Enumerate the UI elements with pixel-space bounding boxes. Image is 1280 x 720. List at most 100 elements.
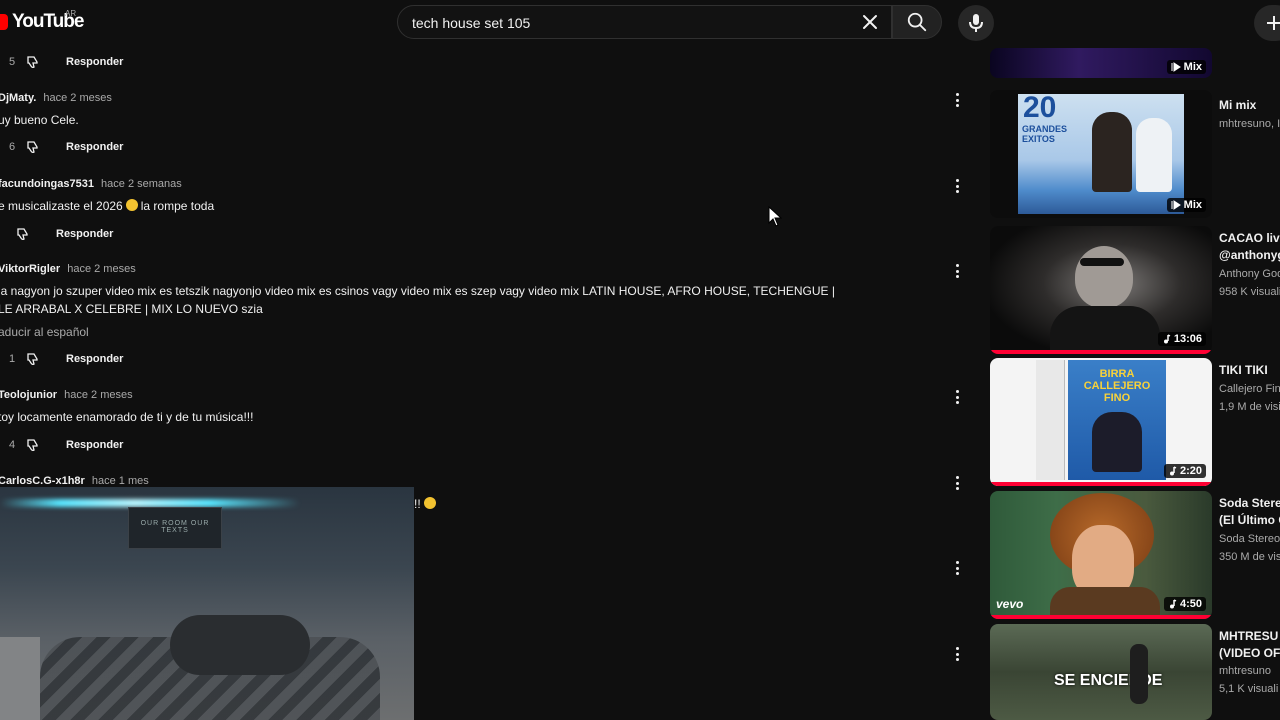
comment-time[interactable]: hace 2 meses xyxy=(43,92,111,104)
more-options-icon[interactable] xyxy=(950,262,964,280)
video-thumbnail[interactable]: vevo 4:50 xyxy=(990,491,1212,619)
video-title[interactable]: CACAO live xyxy=(1219,229,1280,247)
country-code: AR xyxy=(65,9,77,18)
search-box[interactable] xyxy=(397,5,892,39)
comment-author[interactable]: Teolojunior xyxy=(0,389,57,401)
comment-text: toy locamente enamorado de ti y de tu mú… xyxy=(0,410,254,424)
dislike-icon[interactable] xyxy=(14,225,32,243)
video-title[interactable]: Soda Stere xyxy=(1219,494,1280,512)
search-button[interactable] xyxy=(892,5,942,39)
cover-number: 20 xyxy=(1023,91,1057,124)
video-overlay[interactable]: OUR ROOM OUR TEXTS xyxy=(0,487,414,720)
more-options-icon[interactable] xyxy=(950,388,964,406)
comment-text-part: !! xyxy=(414,497,421,511)
more-options-icon[interactable] xyxy=(950,91,964,109)
search-input[interactable] xyxy=(412,14,842,32)
comment-author[interactable]: DjMaty. xyxy=(0,92,36,104)
person-shape xyxy=(1130,644,1148,704)
video-thumbnail[interactable]: 20 GRANDES EXITOS Mix xyxy=(990,90,1212,218)
comment-time[interactable]: hace 2 meses xyxy=(64,389,132,401)
reply-button[interactable]: Responder xyxy=(56,228,113,240)
more-options-icon[interactable] xyxy=(950,559,964,577)
duration-badge: 13:06 xyxy=(1157,332,1206,346)
comment-text: !! xyxy=(414,495,439,513)
comment-text-part: la rompe toda xyxy=(140,199,215,213)
cover-subtitle: GRANDES EXITOS xyxy=(1022,124,1068,144)
video-title[interactable]: Mi mix xyxy=(1219,96,1256,114)
comment-actions: 6 Responder xyxy=(0,138,124,156)
music-note-icon xyxy=(1163,334,1171,344)
comment-header: Teolojunior hace 2 meses xyxy=(0,389,133,401)
video-title-line-2[interactable]: (VIDEO OF xyxy=(1219,644,1280,662)
translate-link[interactable]: aducir al español xyxy=(0,325,89,339)
person-shape xyxy=(1092,412,1142,472)
create-button[interactable] xyxy=(1254,5,1280,41)
video-thumbnail[interactable]: SE ENCIENDE xyxy=(990,624,1212,720)
comment-time[interactable]: hace 2 semanas xyxy=(101,178,182,190)
reply-button[interactable]: Responder xyxy=(66,141,123,153)
video-thumbnail[interactable]: BIRRA CALLEJERO FINO 2:20 xyxy=(990,358,1212,486)
floor-area xyxy=(0,637,40,720)
comment-item: ViktorRigler hace 2 meses ia nagyon jo s… xyxy=(0,263,970,373)
watch-progress-bar xyxy=(990,615,1212,619)
cd-case-spine xyxy=(1036,360,1065,480)
badge-text: 2:20 xyxy=(1179,465,1202,477)
dislike-icon[interactable] xyxy=(24,53,42,71)
comment-author[interactable]: facundoingas7531 xyxy=(0,178,94,190)
video-title[interactable]: MHTRESU xyxy=(1219,627,1278,645)
video-meta: 350 M de vis xyxy=(1219,551,1280,563)
like-count: 5 xyxy=(8,56,16,68)
person-shape xyxy=(1092,112,1132,192)
video-title-line-2[interactable]: (El Último C xyxy=(1219,511,1280,529)
comment-text-line-1: ia nagyon jo szuper video mix es tetszik… xyxy=(0,284,835,298)
playlist-icon xyxy=(1171,200,1181,210)
comment-text: uy bueno Cele. xyxy=(0,113,79,127)
video-thumbnail[interactable]: Mix xyxy=(990,48,1212,78)
comment-item: DjMaty. hace 2 meses uy bueno Cele. 6 Re… xyxy=(0,92,970,156)
more-options-icon[interactable] xyxy=(950,645,964,663)
comment-actions: 5 Responder xyxy=(0,53,124,71)
comment-time[interactable]: hace 1 mes xyxy=(92,475,149,487)
comment-time[interactable]: hace 2 meses xyxy=(67,263,135,275)
video-meta: 958 K visuali xyxy=(1219,286,1280,298)
video-title-line-2[interactable]: @anthonyg xyxy=(1219,246,1280,264)
comment-text-part: e musicalizaste el 2026 xyxy=(0,199,123,213)
dislike-icon[interactable] xyxy=(24,350,42,368)
dislike-icon[interactable] xyxy=(24,436,42,454)
comment-actions: 4 Responder xyxy=(0,436,124,454)
sunglasses-shape xyxy=(1080,258,1124,266)
cd-cover: BIRRA CALLEJERO FINO xyxy=(1068,360,1166,480)
youtube-play-icon xyxy=(0,14,8,30)
comment-author[interactable]: CarlosC.G-x1h8r xyxy=(0,475,85,487)
reply-button[interactable]: Responder xyxy=(66,353,123,365)
more-options-icon[interactable] xyxy=(950,177,964,195)
mix-badge: Mix xyxy=(1166,198,1206,212)
person-shape xyxy=(170,615,310,675)
channel-name[interactable]: mhtresuno, I xyxy=(1219,116,1280,132)
dislike-icon[interactable] xyxy=(24,138,42,156)
search-icon xyxy=(907,12,927,32)
like-count: 6 xyxy=(8,141,16,153)
mouse-cursor-icon xyxy=(768,205,783,233)
album-cover: 20 GRANDES EXITOS xyxy=(1018,91,1184,214)
clear-search-icon[interactable] xyxy=(858,10,882,34)
video-thumbnail[interactable]: 13:06 xyxy=(990,226,1212,354)
comment-header: ViktorRigler hace 2 meses xyxy=(0,263,136,275)
comment-item: Teolojunior hace 2 meses toy locamente e… xyxy=(0,389,970,453)
channel-name[interactable]: Anthony God xyxy=(1219,266,1280,282)
channel-name[interactable]: Callejero Fin xyxy=(1219,381,1280,397)
youtube-logo[interactable]: YouTube AR xyxy=(0,9,84,34)
duration-badge: 2:20 xyxy=(1163,464,1206,478)
video-title[interactable]: TIKI TIKI xyxy=(1219,361,1268,379)
banner-text: OUR ROOM OUR TEXTS xyxy=(140,520,210,534)
channel-name[interactable]: mhtresuno xyxy=(1219,663,1271,679)
reply-button[interactable]: Responder xyxy=(66,439,123,451)
voice-search-button[interactable] xyxy=(958,5,994,41)
comment-author[interactable]: ViktorRigler xyxy=(0,263,60,275)
reply-button[interactable]: Responder xyxy=(66,56,123,68)
channel-name[interactable]: Soda Stereo xyxy=(1219,531,1280,547)
vevo-logo: vevo xyxy=(996,597,1024,611)
playlist-icon xyxy=(1171,62,1181,72)
party-emoji-icon xyxy=(125,199,138,211)
more-options-icon[interactable] xyxy=(950,474,964,492)
